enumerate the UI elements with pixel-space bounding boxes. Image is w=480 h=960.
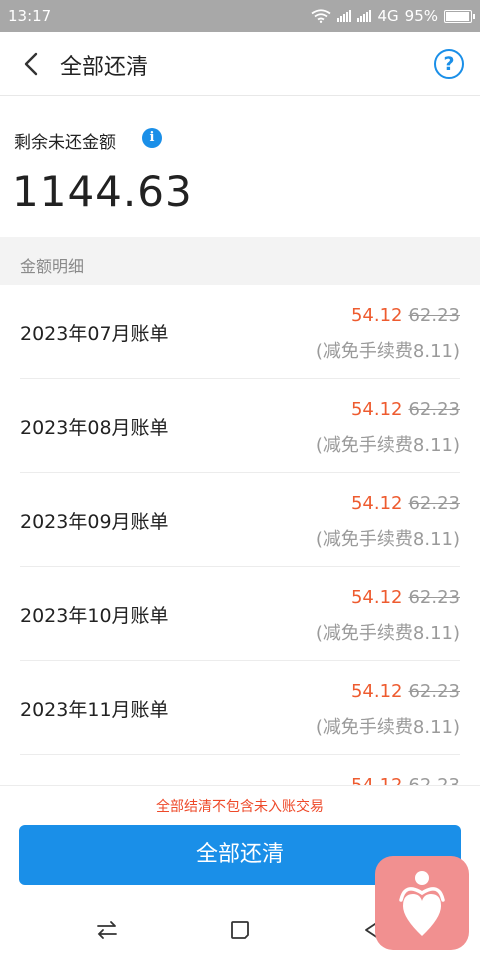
settlement-notice: 全部结清不包含未入账交易 xyxy=(156,799,324,815)
bill-amount-group: 54.1262.23 xyxy=(351,399,460,420)
bill-fee-waiver-note: (减免手续费8.11) xyxy=(315,717,460,738)
network-type: 4G xyxy=(377,7,399,25)
heart-person-icon xyxy=(399,871,445,936)
wifi-icon xyxy=(311,9,332,23)
bill-amount: 54.12 xyxy=(351,775,403,785)
bill-original-amount: 62.23 xyxy=(408,587,460,608)
bill-original-amount: 62.23 xyxy=(408,681,460,702)
bill-name: 2023年11月账单 xyxy=(20,699,169,721)
bill-amount: 54.12 xyxy=(350,305,403,326)
bill-row[interactable]: 2023年09月账单 54.12 62.23 (减免手续费8.11) xyxy=(0,473,480,567)
bill-original-amount: 62.23 xyxy=(408,399,460,420)
chevron-left-icon[interactable] xyxy=(18,50,46,78)
status-bar: 13:17 4G 95% xyxy=(0,0,480,32)
bill-amount: 54.12 xyxy=(350,587,403,608)
question-circle-icon[interactable]: ? xyxy=(434,49,464,79)
remaining-label: 剩余未还金额 xyxy=(14,133,116,153)
bill-fee-waiver-note: (减免手续费8.11) xyxy=(315,623,460,644)
bill-row[interactable]: 54.12 62.23 xyxy=(0,755,480,785)
bill-row[interactable]: 2023年10月账单 54.12 62.23 (减免手续费8.11) xyxy=(0,567,480,661)
info-icon[interactable]: i xyxy=(142,128,162,148)
battery-percent: 95% xyxy=(404,7,438,25)
status-time: 13:17 xyxy=(8,7,52,25)
bill-original-amount: 62.23 xyxy=(408,305,460,326)
bill-fee-waiver-note: (减免手续费8.11) xyxy=(315,341,460,362)
bill-amount-group: 54.1262.23 xyxy=(351,681,460,702)
remaining-amount: 1144.63 xyxy=(12,167,193,216)
section-title: 金额明细 xyxy=(20,257,85,276)
bill-amount-group: 54.1262.23 xyxy=(351,305,460,326)
bill-amount-group: 54.12 62.23 xyxy=(351,775,460,785)
bill-fee-waiver-note: (减免手续费8.11) xyxy=(315,529,460,550)
home-icon[interactable] xyxy=(227,917,253,943)
remaining-summary: 剩余未还金额 i 1144.63 xyxy=(0,97,480,237)
bill-amount: 54.12 xyxy=(350,681,403,702)
bill-name: 2023年10月账单 xyxy=(20,605,169,627)
bill-amount-group: 54.1262.23 xyxy=(351,587,460,608)
signal-icon xyxy=(337,10,352,22)
bill-original-amount: 62.23 xyxy=(408,775,460,785)
bill-amount: 54.12 xyxy=(350,493,403,514)
floating-heart-badge[interactable] xyxy=(375,856,469,950)
bill-name: 2023年08月账单 xyxy=(20,417,169,439)
signal-icon xyxy=(357,10,372,22)
switch-arrows-icon[interactable] xyxy=(94,917,120,943)
bill-row[interactable]: 2023年08月账单 54.12 62.23 (减免手续费8.11) xyxy=(0,379,480,473)
bill-amount-group: 54.1262.23 xyxy=(351,493,460,514)
status-icons: 4G 95% xyxy=(311,7,475,25)
app-header: 全部还清 ? xyxy=(0,32,480,96)
bill-row[interactable]: 2023年07月账单 54.12 62.23 (减免手续费8.11) xyxy=(0,285,480,379)
bill-name: 2023年07月账单 xyxy=(20,323,169,345)
bill-name: 2023年09月账单 xyxy=(20,511,169,533)
bill-list: 2023年07月账单 54.12 62.23 (减免手续费8.11) 2023年0… xyxy=(0,285,480,785)
bill-fee-waiver-note: (减免手续费8.11) xyxy=(315,435,460,456)
page-title: 全部还清 xyxy=(60,55,149,80)
battery-icon xyxy=(444,9,475,23)
bill-original-amount: 62.23 xyxy=(408,493,460,514)
bill-amount: 54.12 xyxy=(350,399,403,420)
bill-row[interactable]: 2023年11月账单 54.12 62.23 (减免手续费8.11) xyxy=(0,661,480,755)
section-header: 金额明细 xyxy=(0,237,480,285)
